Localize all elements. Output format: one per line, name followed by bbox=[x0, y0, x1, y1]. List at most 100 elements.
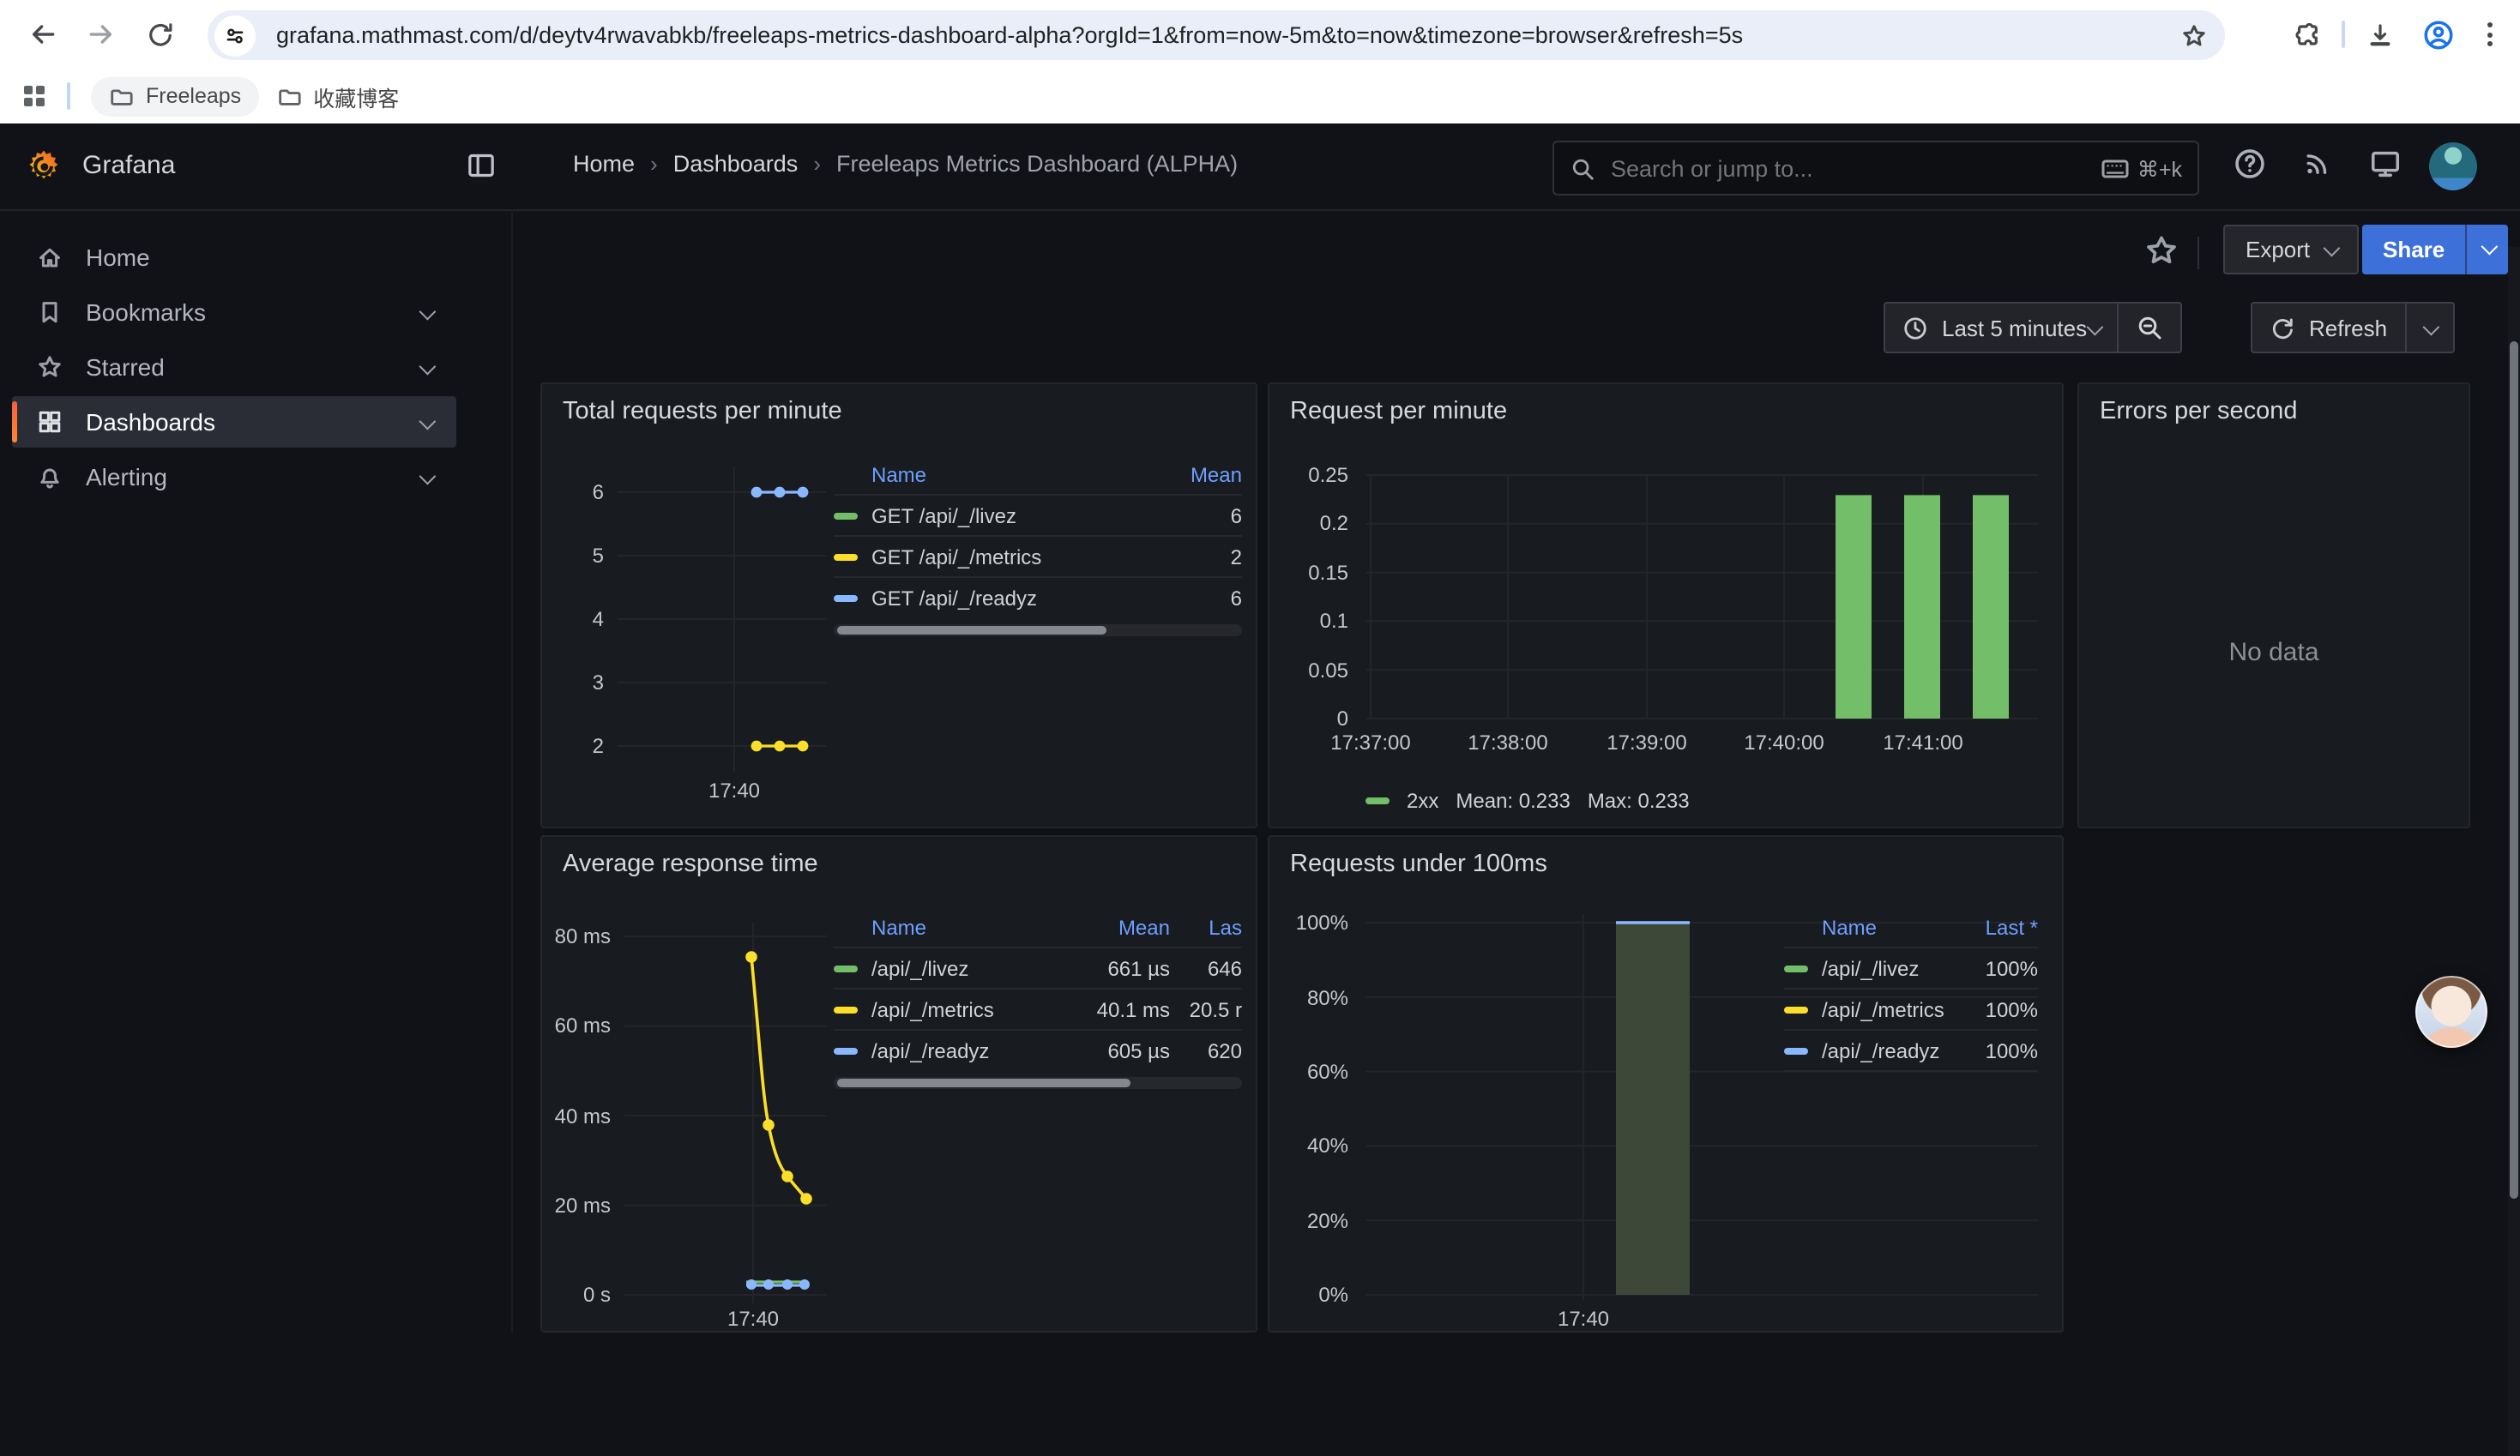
profile-icon[interactable] bbox=[2414, 10, 2462, 58]
favorite-star-icon[interactable] bbox=[2144, 233, 2179, 268]
series-swatch bbox=[1366, 797, 1390, 804]
bookmark-folder-freeleaps[interactable]: Freeleaps bbox=[91, 76, 258, 116]
legend-row[interactable]: /api/_/readyz 605 µs 620 bbox=[834, 1029, 1242, 1070]
legend-scrollbar[interactable] bbox=[834, 624, 1242, 636]
legend-header-name[interactable]: Name bbox=[1822, 916, 1966, 940]
y-tick: 60 ms bbox=[542, 1014, 611, 1038]
legend-row[interactable]: /api/_/readyz 100% bbox=[1784, 1029, 2038, 1070]
help-icon[interactable] bbox=[2234, 147, 2266, 180]
floating-avatar[interactable] bbox=[2415, 976, 2487, 1048]
clock-icon bbox=[1902, 315, 1928, 340]
time-range-picker[interactable]: Last 5 minutes bbox=[1885, 304, 2116, 352]
export-button[interactable]: Export bbox=[2223, 225, 2358, 274]
toolbar-divider bbox=[2197, 237, 2199, 269]
legend-header-mean[interactable]: Mean bbox=[1070, 916, 1170, 940]
bookmark-folder-blogs[interactable]: 收藏博客 bbox=[258, 73, 416, 119]
x-tick: 17:39:00 bbox=[1587, 731, 1707, 755]
reload-icon[interactable] bbox=[130, 5, 189, 63]
download-icon[interactable] bbox=[2355, 10, 2403, 58]
legend-header-name[interactable]: Name bbox=[871, 463, 1170, 487]
sidebar-item-home[interactable]: Home bbox=[12, 232, 456, 283]
share-menu-button[interactable] bbox=[2465, 225, 2508, 274]
browser-toolbar: grafana.mathmast.com/d/deytv4rwavabkb/fr… bbox=[0, 0, 2520, 69]
sidebar: Home Bookmarks Starred Dashbo bbox=[0, 209, 513, 1333]
extensions-icon[interactable] bbox=[2283, 10, 2331, 58]
chart-canvas[interactable] bbox=[1269, 384, 2064, 828]
legend-row[interactable]: /api/_/metrics 100% bbox=[1784, 988, 2038, 1029]
y-tick: 40% bbox=[1269, 1134, 1348, 1158]
scrollbar-thumb[interactable] bbox=[837, 626, 1106, 635]
y-tick: 0.15 bbox=[1269, 561, 1348, 585]
legend-scrollbar[interactable] bbox=[834, 1077, 1242, 1089]
y-tick: 0 bbox=[1269, 707, 1348, 731]
share-button[interactable]: Share bbox=[2362, 225, 2508, 274]
breadcrumb-home[interactable]: Home bbox=[573, 151, 635, 177]
legend-row[interactable]: /api/_/metrics 40.1 ms 20.5 r bbox=[834, 988, 1242, 1029]
panel-request-per-minute: Request per minute bbox=[1268, 382, 2064, 828]
chevron-down-icon[interactable] bbox=[419, 467, 437, 484]
y-tick: 6 bbox=[542, 480, 604, 504]
y-tick: 0.25 bbox=[1269, 463, 1348, 487]
address-bar[interactable]: grafana.mathmast.com/d/deytv4rwavabkb/fr… bbox=[208, 10, 2225, 60]
no-data-message: No data bbox=[2079, 638, 2469, 667]
y-tick: 80 ms bbox=[542, 924, 611, 948]
legend-row[interactable]: GET /api/_/metrics 2 bbox=[834, 535, 1242, 576]
site-settings-icon[interactable] bbox=[214, 15, 256, 56]
legend-rows: /api/_/livez 100% /api/_/metrics 100% /a… bbox=[1784, 947, 2038, 1072]
apps-grid-icon[interactable] bbox=[24, 86, 45, 106]
refresh-button[interactable]: Refresh bbox=[2252, 304, 2404, 352]
url-text[interactable]: grafana.mathmast.com/d/deytv4rwavabkb/fr… bbox=[276, 22, 2170, 48]
chevron-down-icon[interactable] bbox=[419, 303, 437, 320]
refresh-interval-button[interactable] bbox=[2404, 304, 2452, 352]
legend-header-name[interactable]: Name bbox=[871, 916, 1070, 940]
chevron-down-icon[interactable] bbox=[419, 412, 437, 430]
legend[interactable]: 2xx Mean: 0.233 Max: 0.233 bbox=[1366, 789, 1690, 813]
chevron-down-icon[interactable] bbox=[419, 358, 437, 375]
zoom-out-button[interactable] bbox=[2116, 304, 2179, 352]
back-icon[interactable] bbox=[14, 5, 72, 63]
panel-title[interactable]: Errors per second bbox=[2100, 398, 2298, 425]
rss-icon[interactable] bbox=[2302, 147, 2333, 178]
bookmarks-separator bbox=[67, 82, 70, 110]
search-shortcut: ⌘+k bbox=[2101, 155, 2182, 181]
legend-row[interactable]: GET /api/_/livez 6 bbox=[834, 494, 1242, 535]
legend-row[interactable]: /api/_/livez 661 µs 646 bbox=[834, 947, 1242, 988]
search-input[interactable] bbox=[1607, 153, 2101, 183]
scrollbar-thumb[interactable] bbox=[2510, 341, 2518, 1199]
chevron-down-icon bbox=[2323, 240, 2340, 257]
legend-row[interactable]: GET /api/_/readyz 6 bbox=[834, 576, 1242, 617]
y-tick: 20 ms bbox=[542, 1194, 611, 1218]
sidebar-item-bookmarks[interactable]: Bookmarks bbox=[12, 286, 456, 338]
legend-table: Name Last * /api/_/livez 100% /api/_/met… bbox=[1784, 909, 2038, 1072]
y-tick: 100% bbox=[1269, 911, 1348, 935]
legend-header-last[interactable]: Last * bbox=[1966, 916, 2038, 940]
sidebar-item-dashboards[interactable]: Dashboards bbox=[12, 396, 456, 448]
bookmark-star-icon[interactable] bbox=[2170, 11, 2218, 59]
legend-row[interactable]: /api/_/livez 100% bbox=[1784, 947, 2038, 988]
legend-header-mean[interactable]: Mean bbox=[1170, 463, 1242, 487]
series-name[interactable]: 2xx bbox=[1407, 789, 1438, 813]
page-scrollbar[interactable] bbox=[2508, 247, 2520, 1456]
x-tick: 17:37:00 bbox=[1311, 731, 1431, 755]
user-avatar[interactable] bbox=[2429, 142, 2477, 190]
breadcrumb-separator: › bbox=[650, 151, 658, 177]
grafana-brand[interactable]: Grafana bbox=[82, 151, 175, 180]
y-tick: 20% bbox=[1269, 1209, 1348, 1233]
legend-header-last[interactable]: Las bbox=[1170, 916, 1242, 940]
browser-actions bbox=[2283, 0, 2506, 69]
scrollbar-thumb[interactable] bbox=[837, 1079, 1131, 1087]
sidebar-item-alerting[interactable]: Alerting bbox=[12, 451, 456, 502]
search-box[interactable]: ⌘+k bbox=[1552, 141, 2199, 196]
x-tick: 17:41:00 bbox=[1863, 731, 1983, 755]
series-swatch bbox=[1784, 1047, 1808, 1054]
chevron-down-icon bbox=[2086, 318, 2103, 335]
forward-icon[interactable] bbox=[72, 5, 130, 63]
sidebar-toggle-icon[interactable] bbox=[467, 151, 496, 180]
x-tick: 17:40 bbox=[1532, 1307, 1635, 1331]
monitor-icon[interactable] bbox=[2369, 147, 2402, 180]
browser-menu-icon[interactable] bbox=[2472, 10, 2506, 58]
sidebar-item-starred[interactable]: Starred bbox=[12, 341, 456, 393]
grafana-logo[interactable] bbox=[27, 149, 60, 190]
breadcrumb-dashboards[interactable]: Dashboards bbox=[673, 151, 799, 177]
refresh-group: Refresh bbox=[2251, 302, 2454, 353]
